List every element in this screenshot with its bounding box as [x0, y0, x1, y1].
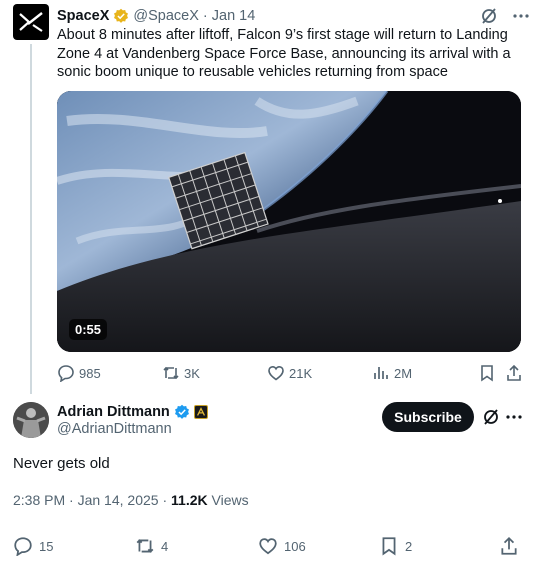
- repost-count: 4: [161, 538, 169, 554]
- repost-button[interactable]: 4: [135, 536, 168, 556]
- blue-verified-icon: [174, 404, 189, 419]
- share-button[interactable]: [499, 536, 519, 556]
- more-icon[interactable]: [512, 7, 530, 25]
- gold-verified-icon: [114, 8, 129, 23]
- grok-icon[interactable]: [480, 7, 498, 25]
- parent-repost-count: 3K: [184, 365, 200, 381]
- parent-bookmark-button[interactable]: [478, 363, 496, 383]
- main-handle[interactable]: @AdrianDittmann: [57, 421, 172, 437]
- thread-line: [30, 44, 32, 394]
- reply-icon: [58, 365, 74, 382]
- bookmark-icon: [481, 365, 493, 382]
- parent-share-button[interactable]: [505, 363, 523, 383]
- views-count: 11.2K: [171, 492, 208, 508]
- video-duration: 0:55: [69, 319, 108, 340]
- meta-separator: ·: [69, 492, 74, 508]
- share-icon: [507, 364, 521, 381]
- reply-icon: [14, 537, 32, 556]
- like-icon: [268, 365, 284, 381]
- separator-dot: ·: [202, 8, 208, 24]
- avatar-image: [13, 402, 49, 438]
- bookmark-count: 2: [405, 538, 413, 554]
- spacex-logo-icon: [19, 12, 43, 32]
- subscribe-button[interactable]: Subscribe: [382, 402, 474, 432]
- parent-date[interactable]: Jan 14: [212, 8, 256, 24]
- views-label: Views: [211, 492, 249, 508]
- adrian-avatar[interactable]: [13, 402, 49, 438]
- bookmark-icon: [382, 537, 396, 556]
- tweet-date[interactable]: Jan 14, 2025: [78, 492, 159, 508]
- affiliate-badge-icon[interactable]: [193, 405, 208, 419]
- views-icon: [374, 367, 388, 379]
- like-button[interactable]: 106: [258, 536, 306, 556]
- tweet-meta: 2:38 PM · Jan 14, 2025 · 11.2K Views: [13, 492, 249, 508]
- grok-icon[interactable]: [482, 408, 500, 426]
- parent-like-count: 21K: [289, 365, 313, 381]
- repost-icon: [163, 366, 179, 380]
- main-author-row: Adrian Dittmann: [57, 402, 208, 422]
- parent-views-count: 2M: [394, 365, 413, 381]
- meta-separator: ·: [162, 492, 168, 508]
- repost-icon: [136, 539, 154, 553]
- reply-count: 15: [39, 538, 54, 554]
- video-frame: [57, 91, 521, 352]
- spacex-avatar[interactable]: [13, 4, 49, 40]
- video-player[interactable]: 0:55: [57, 91, 521, 352]
- parent-reply-count: 985: [79, 365, 101, 381]
- parent-tweet-text: About 8 minutes after liftoff, Falcon 9’…: [57, 27, 511, 80]
- share-icon: [501, 536, 517, 555]
- bookmark-button[interactable]: 2: [379, 536, 412, 556]
- parent-handle[interactable]: @SpaceX: [133, 8, 199, 24]
- parent-tweet-header: SpaceX @SpaceX · Jan 14: [57, 6, 530, 26]
- parent-views-button[interactable]: 2M: [372, 363, 412, 383]
- parent-author-name[interactable]: SpaceX: [57, 8, 109, 24]
- like-icon: [259, 538, 277, 555]
- parent-action-bar: 985 3K 21K 2M: [57, 363, 521, 383]
- reply-button[interactable]: 15: [13, 536, 53, 556]
- parent-repost-button[interactable]: 3K: [162, 363, 200, 383]
- parent-reply-button[interactable]: 985: [57, 363, 101, 383]
- more-icon[interactable]: [504, 408, 524, 426]
- main-tweet-text: Never gets old: [13, 455, 110, 472]
- like-count: 106: [284, 538, 306, 554]
- main-author-name[interactable]: Adrian Dittmann: [57, 404, 170, 420]
- parent-like-button[interactable]: 21K: [267, 363, 312, 383]
- main-action-bar: 15 4 106 2: [13, 536, 525, 556]
- tweet-time[interactable]: 2:38 PM: [13, 492, 65, 508]
